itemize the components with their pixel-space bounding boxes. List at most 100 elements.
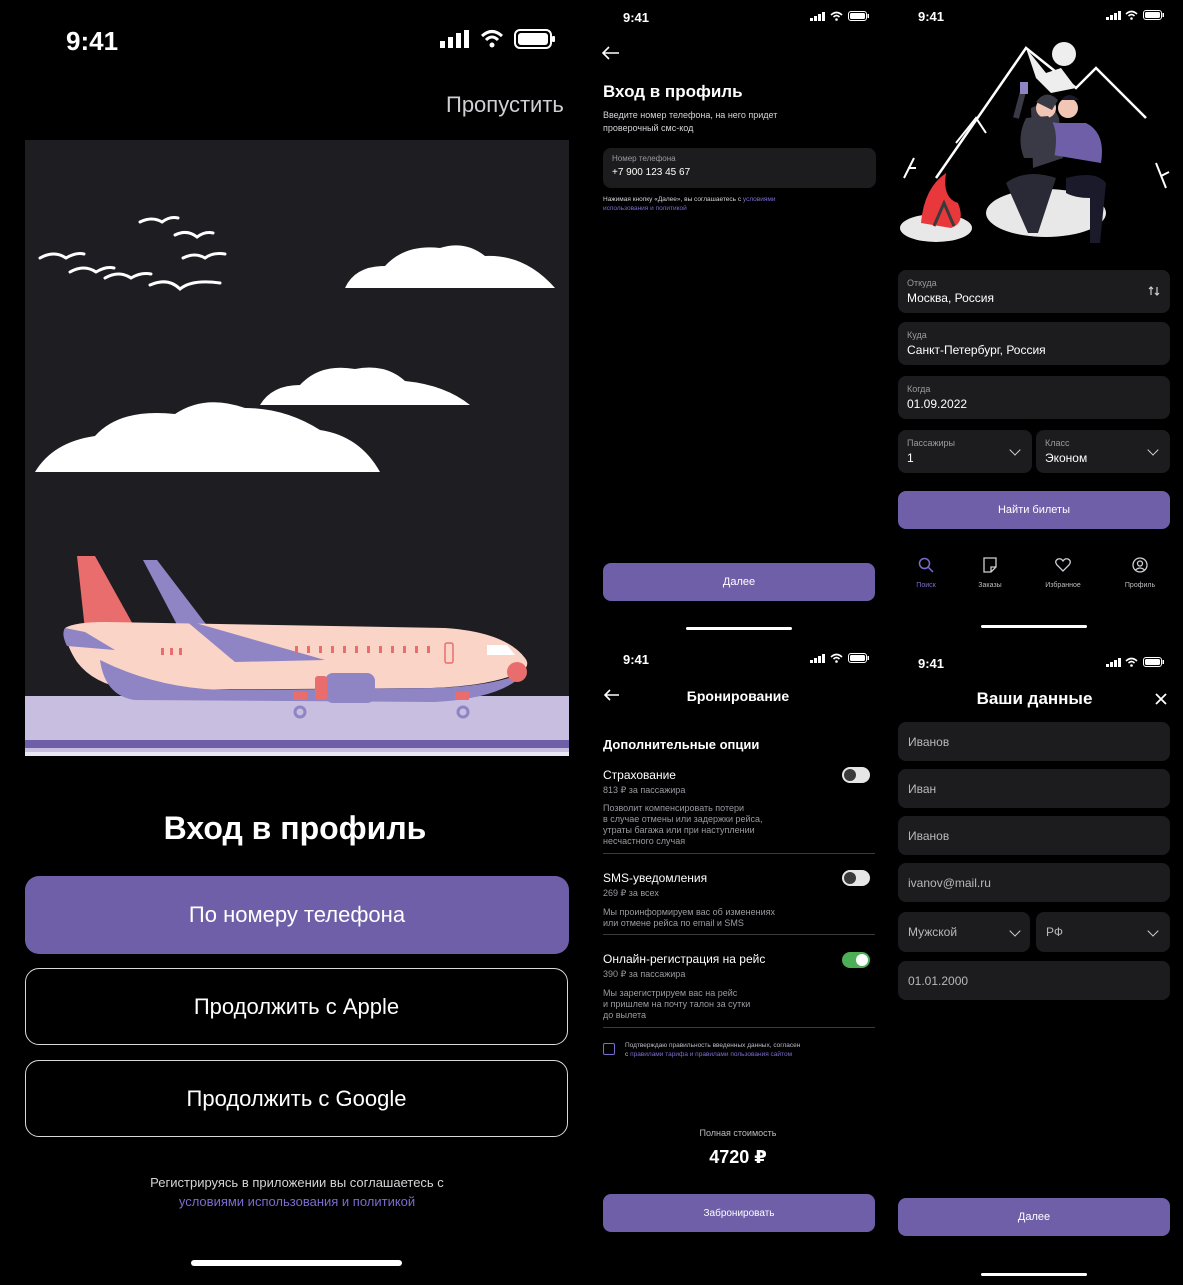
chevron-down-icon <box>1009 925 1021 937</box>
home-indicator <box>981 1273 1087 1276</box>
tab-profile[interactable]: Профиль <box>1110 557 1170 589</box>
gender-select[interactable]: Мужской <box>898 912 1030 952</box>
tab-orders[interactable]: Заказы <box>960 557 1020 589</box>
last-name-value: Иванов <box>908 735 950 749</box>
skip-button[interactable]: Пропустить <box>446 92 564 118</box>
passengers-label: Пассажиры <box>907 438 956 448</box>
option-checkin-price: 390 ₽ за пассажира <box>603 969 686 979</box>
terms-link[interactable]: условиями использования и политикой <box>0 1194 590 1209</box>
confirm-link[interactable]: правилами тарифа и правилами пользования… <box>630 1051 792 1058</box>
checkin-toggle[interactable] <box>842 952 870 968</box>
status-time: 9:41 <box>918 656 945 671</box>
phone-field-value: +7 900 123 45 67 <box>612 167 691 178</box>
wifi-icon <box>830 653 843 663</box>
date-value: 01.09.2022 <box>907 397 968 411</box>
chevron-down-icon <box>1147 925 1159 937</box>
date-label: Когда <box>907 384 931 394</box>
tab-search[interactable]: Поиск <box>896 557 956 589</box>
option-insurance-price: 813 ₽ за пассажира <box>603 785 686 795</box>
tab-search-label: Поиск <box>916 582 936 589</box>
cellular-signal-icon <box>810 12 825 21</box>
wifi-icon <box>830 11 843 21</box>
camping-illustration <box>900 42 1170 243</box>
details-next-label: Далее <box>1017 1211 1051 1223</box>
confirm-checkbox[interactable] <box>603 1043 615 1055</box>
google-login-label: Продолжить с Google <box>186 1085 407 1111</box>
tab-favorites[interactable]: Избранное <box>1033 557 1093 589</box>
option-insurance-desc-line: Позволит компенсировать потери <box>603 803 745 813</box>
cellular-signal-icon <box>440 30 469 48</box>
cellular-signal-icon <box>1106 11 1121 20</box>
gender-value: Мужской <box>908 925 958 939</box>
to-label: Куда <box>907 330 927 340</box>
terms-text: Регистрируясь в приложении вы соглашаете… <box>150 1175 444 1190</box>
google-login-button[interactable]: Продолжить с Google <box>25 1060 568 1137</box>
to-field[interactable]: Куда Санкт-Петербург, Россия <box>898 322 1170 365</box>
citizenship-value: РФ <box>1046 925 1063 939</box>
total-value: 4720 ₽ <box>709 1147 767 1167</box>
first-name-value: Иван <box>908 782 937 796</box>
tab-profile-label: Профиль <box>1124 582 1156 589</box>
wifi-icon <box>1125 657 1138 667</box>
from-field[interactable]: Откуда Москва, Россия <box>898 270 1170 313</box>
from-value: Москва, Россия <box>907 291 994 305</box>
heart-icon <box>1055 558 1071 572</box>
book-button-label: Забронировать <box>703 1207 775 1219</box>
date-field[interactable]: Когда 01.09.2022 <box>898 376 1170 419</box>
details-next-button[interactable]: Далее <box>898 1198 1170 1236</box>
divider <box>603 934 875 935</box>
patronymic-field[interactable]: Иванов <box>898 816 1170 855</box>
last-name-field[interactable]: Иванов <box>898 722 1170 761</box>
divider <box>603 1027 875 1028</box>
consent-link-1[interactable]: условиями <box>743 196 776 203</box>
booking-title: Бронирование <box>686 688 790 704</box>
find-tickets-label: Найти билеты <box>997 504 1070 516</box>
email-field[interactable]: ivanov@mail.ru <box>898 863 1170 902</box>
phone-next-button[interactable]: Далее <box>603 563 875 601</box>
swap-icon[interactable] <box>1148 285 1160 297</box>
find-tickets-button[interactable]: Найти билеты <box>898 491 1170 529</box>
details-title: Ваши данные <box>976 689 1093 708</box>
class-select[interactable]: Класс Эконом <box>1036 430 1170 473</box>
sms-toggle[interactable] <box>842 870 870 886</box>
citizenship-select[interactable]: РФ <box>1036 912 1170 952</box>
home-indicator <box>191 1260 402 1266</box>
option-sms-title: SMS-уведомления <box>603 871 708 885</box>
class-value: Эконом <box>1045 451 1088 465</box>
from-label: Откуда <box>907 278 937 288</box>
details-screen: 9:41 Ваши данные Иванов Иван Иванов ivan… <box>886 645 1183 1285</box>
consent-link-2[interactable]: использования и политикой <box>603 205 687 212</box>
divider <box>603 853 875 854</box>
option-sms-desc-line: или отмене рейса по email и SMS <box>603 918 744 928</box>
phone-login-screen: 9:41 Вход в профиль Введите номер телефо… <box>590 0 886 640</box>
phone-subtitle-2: проверочный смс-код <box>603 123 694 133</box>
phone-field-label: Номер телефона <box>612 154 676 163</box>
chevron-down-icon <box>1147 444 1159 456</box>
confirm-prefix: с <box>625 1051 629 1058</box>
consent-text: Нажимая кнопку «Далее», вы соглашаетесь … <box>603 195 843 213</box>
total-label: Полная стоимость <box>699 1128 777 1138</box>
option-checkin-desc: Мы зарегистрируем вас на рейс и пришлем … <box>603 988 793 1021</box>
options-section-title: Дополнительные опции <box>603 737 760 752</box>
phone-login-label: По номеру телефона <box>188 902 406 927</box>
passengers-select[interactable]: Пассажиры 1 <box>898 430 1032 473</box>
apple-login-button[interactable]: Продолжить с Apple <box>25 968 568 1045</box>
orders-icon <box>983 557 997 573</box>
book-button[interactable]: Забронировать <box>603 1194 875 1232</box>
search-screen: 9:41 Откуда Москва, Россия Куда Санкт-Пе… <box>886 0 1183 640</box>
profile-icon <box>1132 557 1148 573</box>
apple-login-label: Продолжить с Apple <box>193 993 400 1019</box>
phone-field[interactable]: Номер телефона +7 900 123 45 67 <box>603 148 876 188</box>
option-insurance-desc-line: несчастного случая <box>603 836 686 846</box>
back-arrow-icon[interactable] <box>602 46 620 60</box>
confirm-line-1: Подтверждаю правильность введенных данны… <box>625 1042 801 1049</box>
birth-date-field[interactable]: 01.01.2000 <box>898 961 1170 1000</box>
home-indicator <box>981 625 1087 628</box>
first-name-field[interactable]: Иван <box>898 769 1170 808</box>
home-indicator <box>686 627 792 630</box>
consent-prefix: Нажимая кнопку «Далее», вы соглашаетесь … <box>603 196 742 203</box>
cellular-signal-icon <box>810 654 825 663</box>
phone-login-button[interactable]: По номеру телефона <box>25 876 569 954</box>
close-icon[interactable] <box>1155 693 1167 705</box>
insurance-toggle[interactable] <box>842 767 870 783</box>
